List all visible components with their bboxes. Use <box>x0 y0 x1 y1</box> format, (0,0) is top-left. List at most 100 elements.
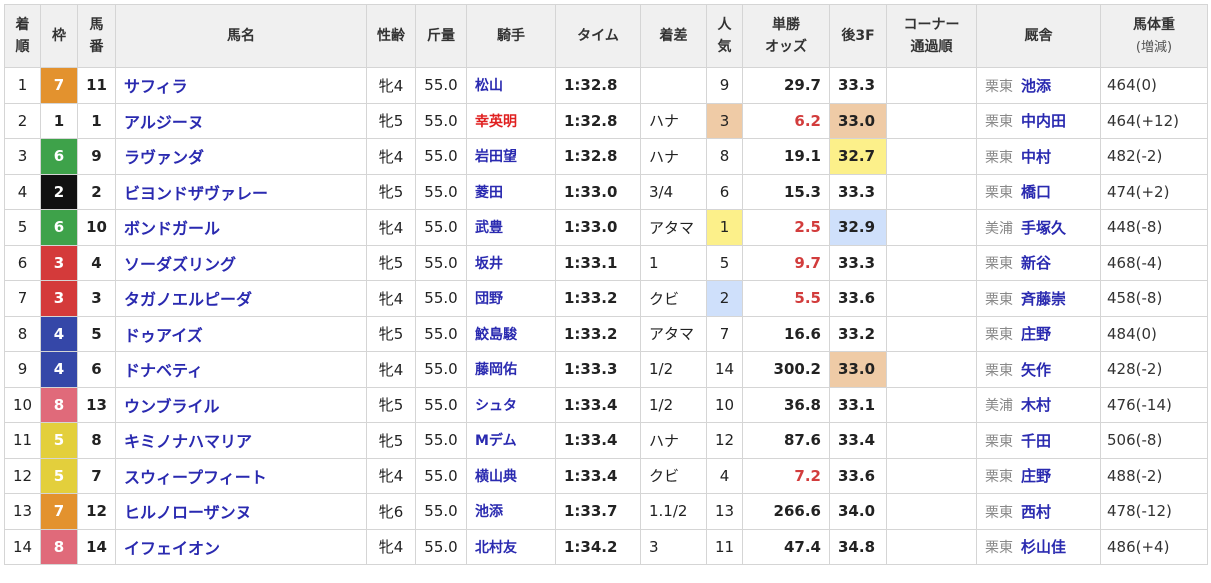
jockey-link[interactable]: 北村友 <box>466 528 556 565</box>
jockey-link[interactable]: 団野 <box>466 280 556 317</box>
horse-name-link[interactable]: ウンブライル <box>115 386 367 423</box>
table-row: 11 5 8 キミノナハマリア 牝5 55.0 Mデム 1:33.4 ハナ 12… <box>4 422 1208 459</box>
trainer-link[interactable]: 杉山佳 <box>1021 538 1066 556</box>
stable-region: 栗東 <box>985 185 1013 202</box>
header-margin[interactable]: 着差 <box>640 4 707 68</box>
horse-name-link[interactable]: イフェイオン <box>115 528 367 565</box>
horse-name-link[interactable]: ソーダズリング <box>115 244 367 281</box>
horse-number: 5 <box>77 315 116 352</box>
trainer-link[interactable]: 庄野 <box>1021 467 1051 485</box>
weight-carried: 55.0 <box>415 280 467 317</box>
trainer-link[interactable]: 庄野 <box>1021 325 1051 343</box>
race-result-table: 着順 枠 馬番 馬名 性齢 斤量 騎手 タイム 着差 人気 単勝 オッズ 後3F … <box>4 4 1208 565</box>
finish-position: 3 <box>4 138 41 175</box>
win-odds: 9.7 <box>742 244 830 281</box>
header-finish[interactable]: 着順 <box>4 4 41 68</box>
jockey-link[interactable]: 池添 <box>466 493 556 530</box>
horse-name-link[interactable]: ビヨンドザヴァレー <box>115 173 367 210</box>
table-row: 14 8 14 イフェイオン 牝4 55.0 北村友 1:34.2 3 11 4… <box>4 528 1208 565</box>
weight-carried: 55.0 <box>415 493 467 530</box>
header-waku[interactable]: 枠 <box>40 4 78 68</box>
body-weight: 448(-8) <box>1100 209 1208 246</box>
header-last-3f[interactable]: 後3F <box>829 4 887 68</box>
jockey-link[interactable]: 鮫島駿 <box>466 315 556 352</box>
horse-name-link[interactable]: サフィラ <box>115 67 367 104</box>
trainer-link[interactable]: 木村 <box>1021 396 1051 414</box>
header-number[interactable]: 馬番 <box>77 4 116 68</box>
stable: 美浦 木村 <box>976 386 1101 423</box>
header-body-weight[interactable]: 馬体重 (増減) <box>1100 4 1208 68</box>
trainer-link[interactable]: 橋口 <box>1021 183 1051 201</box>
table-row: 13 7 12 ヒルノローザンヌ 牝6 55.0 池添 1:33.7 1.1/2… <box>4 493 1208 530</box>
header-stable[interactable]: 厩舎 <box>976 4 1101 68</box>
jockey-link[interactable]: 岩田望 <box>466 138 556 175</box>
header-jockey[interactable]: 騎手 <box>466 4 556 68</box>
jockey-link[interactable]: シュタ <box>466 386 556 423</box>
popularity: 2 <box>706 280 743 317</box>
trainer-link[interactable]: 新谷 <box>1021 254 1051 272</box>
header-weight-carried[interactable]: 斤量 <box>415 4 467 68</box>
corner-order <box>886 493 977 530</box>
finish-position: 14 <box>4 528 41 565</box>
popularity: 9 <box>706 67 743 104</box>
stable-region: 栗東 <box>985 149 1013 166</box>
jockey-link[interactable]: 松山 <box>466 67 556 104</box>
header-popularity[interactable]: 人気 <box>706 4 743 68</box>
horse-name-link[interactable]: ドゥアイズ <box>115 315 367 352</box>
table-row: 12 5 7 スウィープフィート 牝4 55.0 横山典 1:33.4 クビ 4… <box>4 457 1208 494</box>
finish-position: 1 <box>4 67 41 104</box>
horse-name-link[interactable]: ラヴァンダ <box>115 138 367 175</box>
horse-name-link[interactable]: アルジーヌ <box>115 102 367 139</box>
horse-name-link[interactable]: ドナベティ <box>115 351 367 388</box>
margin <box>640 67 707 104</box>
stable: 栗東 橋口 <box>976 173 1101 210</box>
horse-number: 7 <box>77 457 116 494</box>
race-time: 1:33.2 <box>555 315 641 352</box>
jockey-link[interactable]: 坂井 <box>466 244 556 281</box>
last-3f-time: 33.6 <box>829 280 887 317</box>
stable: 美浦 手塚久 <box>976 209 1101 246</box>
horse-name-link[interactable]: スウィープフィート <box>115 457 367 494</box>
jockey-link[interactable]: 幸英明 <box>466 102 556 139</box>
trainer-link[interactable]: 西村 <box>1021 503 1051 521</box>
weight-carried: 55.0 <box>415 386 467 423</box>
table-row: 7 3 3 タガノエルピーダ 牝4 55.0 団野 1:33.2 クビ 2 5.… <box>4 280 1208 317</box>
header-odds[interactable]: 単勝 オッズ <box>742 4 830 68</box>
waku-badge: 3 <box>40 280 78 317</box>
trainer-link[interactable]: 手塚久 <box>1021 219 1066 237</box>
horse-number: 13 <box>77 386 116 423</box>
table-row: 1 7 11 サフィラ 牝4 55.0 松山 1:32.8 9 29.7 33.… <box>4 67 1208 104</box>
table-row: 2 1 1 アルジーヌ 牝5 55.0 幸英明 1:32.8 ハナ 3 6.2 … <box>4 102 1208 139</box>
race-time: 1:34.2 <box>555 528 641 565</box>
trainer-link[interactable]: 中村 <box>1021 148 1051 166</box>
horse-name-link[interactable]: キミノナハマリア <box>115 422 367 459</box>
trainer-link[interactable]: 池添 <box>1021 77 1051 95</box>
jockey-link[interactable]: 藤岡佑 <box>466 351 556 388</box>
last-3f-time: 34.0 <box>829 493 887 530</box>
race-result-table-container: 着順 枠 馬番 馬名 性齢 斤量 騎手 タイム 着差 人気 単勝 オッズ 後3F … <box>4 4 1208 565</box>
win-odds: 300.2 <box>742 351 830 388</box>
horse-name-link[interactable]: タガノエルピーダ <box>115 280 367 317</box>
stable: 栗東 庄野 <box>976 457 1101 494</box>
header-time[interactable]: タイム <box>555 4 641 68</box>
trainer-link[interactable]: 千田 <box>1021 432 1051 450</box>
trainer-link[interactable]: 中内田 <box>1021 112 1066 130</box>
popularity: 13 <box>706 493 743 530</box>
horse-name-link[interactable]: ヒルノローザンヌ <box>115 493 367 530</box>
horse-name-link[interactable]: ボンドガール <box>115 209 367 246</box>
trainer-link[interactable]: 斉藤崇 <box>1021 290 1066 308</box>
sex-age: 牝4 <box>366 351 416 388</box>
stable: 栗東 中村 <box>976 138 1101 175</box>
header-sex-age[interactable]: 性齢 <box>366 4 416 68</box>
win-odds: 16.6 <box>742 315 830 352</box>
jockey-link[interactable]: 菱田 <box>466 173 556 210</box>
trainer-link[interactable]: 矢作 <box>1021 361 1051 379</box>
header-horse-name[interactable]: 馬名 <box>115 4 367 68</box>
jockey-link[interactable]: 横山典 <box>466 457 556 494</box>
jockey-link[interactable]: 武豊 <box>466 209 556 246</box>
header-corner[interactable]: コーナー 通過順 <box>886 4 977 68</box>
last-3f-time: 33.0 <box>829 102 887 139</box>
corner-order <box>886 457 977 494</box>
jockey-link[interactable]: Mデム <box>466 422 556 459</box>
table-row: 6 3 4 ソーダズリング 牝5 55.0 坂井 1:33.1 1 5 9.7 … <box>4 244 1208 281</box>
